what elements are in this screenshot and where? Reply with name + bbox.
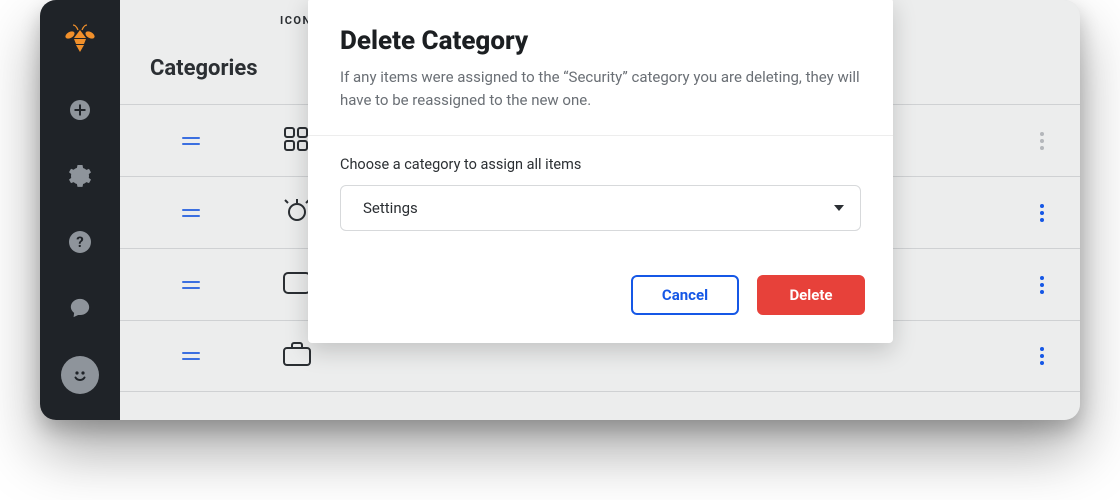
select-label: Choose a category to assign all items <box>340 156 861 173</box>
delete-button[interactable]: Delete <box>757 275 865 315</box>
drag-handle-icon[interactable] <box>182 281 204 289</box>
drag-handle-icon[interactable] <box>182 209 204 217</box>
cancel-button-label: Cancel <box>662 286 708 304</box>
modal-title: Delete Category <box>340 26 861 56</box>
drag-handle-icon[interactable] <box>182 352 204 360</box>
row-menu-button[interactable] <box>1032 341 1052 371</box>
modal-body: Choose a category to assign all items Se… <box>308 136 893 241</box>
bee-logo-icon <box>60 22 100 62</box>
briefcase-icon <box>282 341 312 371</box>
row-menu-button[interactable] <box>1032 198 1052 228</box>
delete-category-modal: Delete Category If any items were assign… <box>308 0 893 343</box>
col-header-icon: ICON <box>280 14 312 27</box>
svg-text:?: ? <box>76 233 83 251</box>
cancel-button[interactable]: Cancel <box>631 275 739 315</box>
delete-button-label: Delete <box>789 286 832 304</box>
category-select[interactable]: Settings <box>340 185 861 231</box>
page-title: Categories <box>150 56 258 81</box>
select-value: Settings <box>363 199 418 217</box>
modal-description: If any items were assigned to the “Secur… <box>308 66 893 135</box>
gear-icon[interactable] <box>62 158 98 194</box>
row-menu-button[interactable] <box>1032 270 1052 300</box>
emoji-icon[interactable] <box>61 356 99 394</box>
modal-actions: Cancel Delete <box>308 241 893 343</box>
row-menu-button[interactable] <box>1032 126 1052 156</box>
app-frame: ? ICON NAME Categories <box>40 0 1080 420</box>
chat-icon[interactable] <box>62 290 98 326</box>
drag-handle-icon[interactable] <box>182 137 204 145</box>
sidebar: ? <box>40 0 120 420</box>
grid-icon <box>282 125 310 157</box>
help-icon[interactable]: ? <box>62 224 98 260</box>
add-icon[interactable] <box>62 92 98 128</box>
modal-header: Delete Category <box>308 0 893 66</box>
chevron-down-icon <box>834 205 844 211</box>
